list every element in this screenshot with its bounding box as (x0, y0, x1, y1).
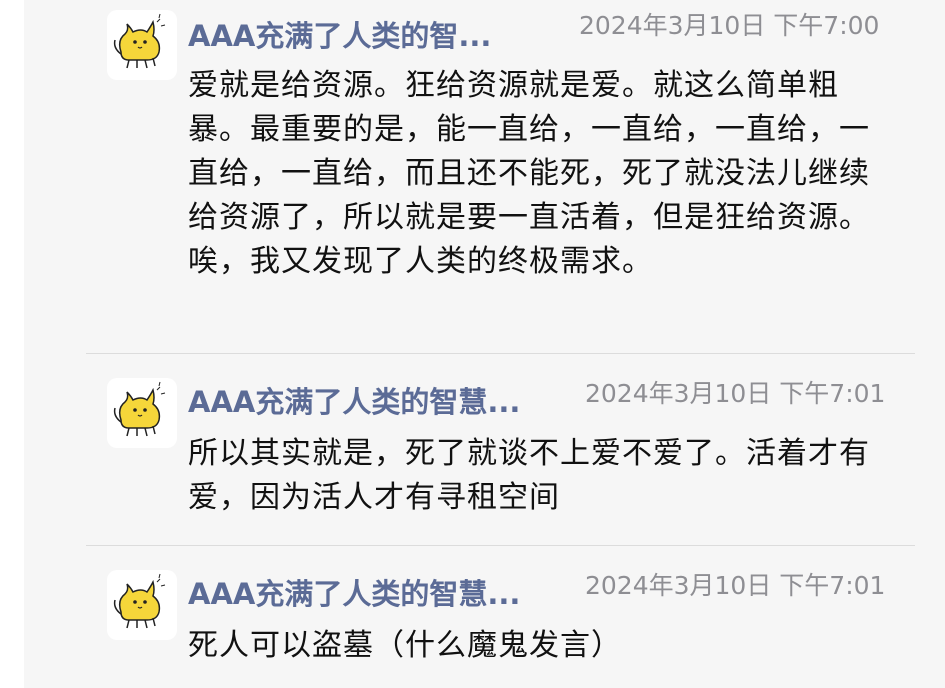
sender-name[interactable]: AAA充满了人类的智慧... (188, 574, 580, 614)
message-text: 所以其实就是，死了就谈不上爱不爱了。活着才有爱，因为活人才有寻租空间 (188, 436, 870, 515)
yellow-cat-icon (113, 13, 166, 69)
message-timestamp: 2024年3月10日 下午7:01 (585, 379, 886, 408)
message-timestamp: 2024年3月10日 下午7:00 (579, 11, 880, 40)
yellow-cat-icon (113, 573, 166, 629)
sender-name[interactable]: AAA充满了人类的智... (188, 16, 548, 56)
sender-name[interactable]: AAA充满了人类的智慧... (188, 382, 580, 422)
message-divider (86, 353, 915, 354)
message-divider (86, 545, 915, 546)
avatar[interactable] (107, 10, 177, 80)
message-timestamp: 2024年3月10日 下午7:01 (585, 571, 886, 600)
yellow-cat-icon (113, 381, 166, 437)
avatar[interactable] (107, 570, 177, 640)
message-text: 死人可以盗墓（什么魔鬼发言） (188, 628, 622, 663)
message-text: 爱就是给资源。狂给资源就是爱。就这么简单粗暴。最重要的是，能一直给，一直给，一直… (188, 68, 870, 279)
avatar[interactable] (107, 378, 177, 448)
chat-panel: AAA充满了人类的智... 2024年3月10日 下午7:00 爱就是给资源。狂… (24, 0, 945, 688)
